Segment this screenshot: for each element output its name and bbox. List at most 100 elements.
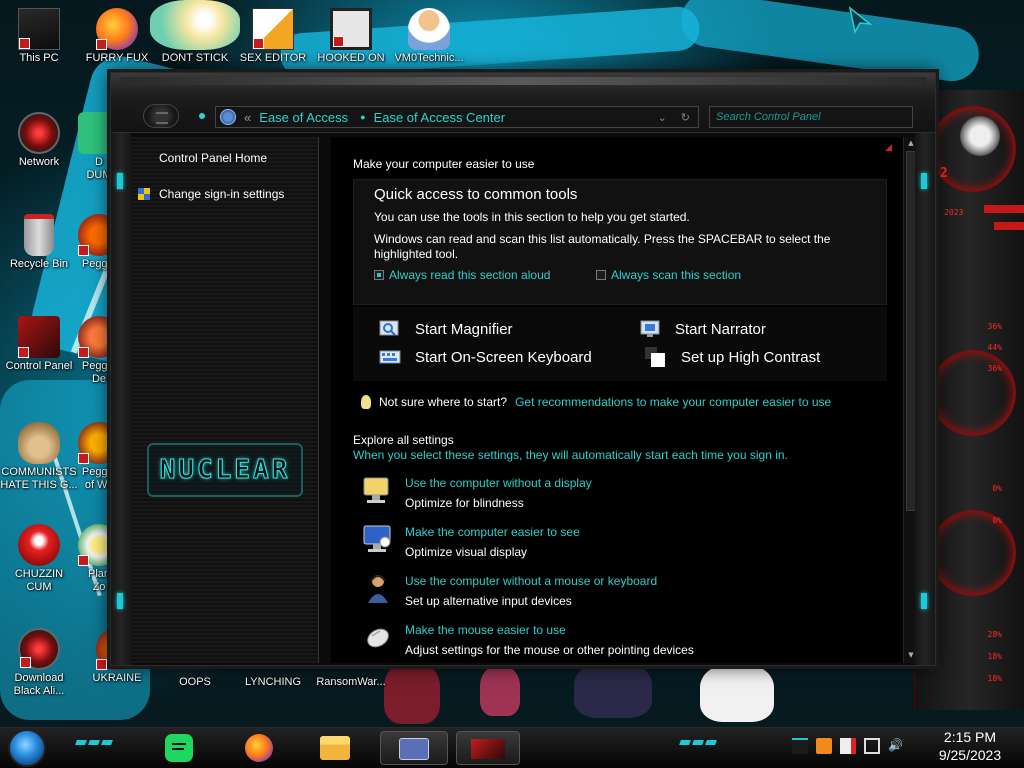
control-panel-icon (18, 316, 60, 358)
setting-without-mouse-keyboard: Use the computer without a mouse or keyb… (361, 571, 657, 611)
system-tray: 🔊 (792, 738, 904, 754)
network-icon (18, 112, 60, 154)
no-display-icon (363, 477, 389, 503)
get-recommendations-link[interactable]: Get recommendations to make your compute… (515, 395, 831, 409)
mouse-icon (367, 628, 389, 648)
hex-editor-icon (252, 8, 294, 50)
recent-pages-icon[interactable] (199, 113, 205, 119)
volume-icon[interactable]: 🔊 (888, 738, 904, 754)
start-magnifier-button[interactable]: Start Magnifier (379, 319, 513, 339)
make-easier-to-see-link[interactable]: Make the computer easier to see (405, 522, 580, 542)
control-panel-icon (220, 109, 236, 125)
spotify-icon (165, 734, 193, 762)
back-forward-button[interactable] (143, 104, 179, 128)
common-tools-panel: Start Magnifier Start Narrator Start On-… (353, 307, 887, 381)
page-heading: Make your computer easier to use (353, 157, 535, 171)
nuclear-theme-logo: NUCLEAR (147, 443, 303, 497)
clock-date: 9/25/2023 (938, 747, 1002, 763)
setting-without-display: Use the computer without a display Optim… (361, 473, 592, 513)
app-icon (471, 739, 505, 759)
taskbar-control-panel-button[interactable] (380, 731, 448, 765)
desktop-icon-sex-editor[interactable]: SEX EDITOR (234, 8, 312, 65)
desktop-icon-hooked-on[interactable]: HOOKED ON (312, 8, 390, 65)
desktop-icon-vm0technic[interactable]: VM0Technic... (390, 8, 468, 65)
quick-access-instruction-cont: highlighted tool. (374, 247, 459, 261)
breadcrumb-ease-of-access-center[interactable]: Ease of Access Center (374, 110, 506, 125)
sidebar: Control Panel Home Change sign-in settin… (131, 137, 319, 663)
cartoon-character-icon (150, 0, 240, 50)
pin-icon[interactable]: ◢ (885, 143, 893, 153)
keyboard-icon (379, 350, 401, 364)
window-left-frame (111, 133, 131, 665)
desktop-icon-ransomware[interactable]: RansomWar... (312, 676, 390, 689)
address-bar[interactable]: « Ease of Access ● Ease of Access Center… (215, 106, 699, 128)
firefox-icon (245, 734, 273, 762)
set-up-high-contrast-button[interactable]: Set up High Contrast (645, 347, 820, 367)
narrator-icon (640, 320, 660, 337)
magnifier-icon (379, 320, 399, 336)
network-icon[interactable] (864, 738, 880, 754)
checkbox-checked-icon[interactable] (374, 270, 384, 280)
quick-access-panel: Quick access to common tools You can use… (353, 179, 887, 305)
use-without-display-link[interactable]: Use the computer without a display (405, 473, 592, 493)
recycle-bin-icon (24, 214, 54, 256)
desktop-icon-download-black-alien[interactable]: Download Black Ali... (0, 628, 78, 698)
chuzzle-icon (18, 524, 60, 566)
refresh-icon[interactable]: ↻ (681, 111, 690, 124)
taskbar-spotify-button[interactable] (158, 731, 200, 765)
breadcrumb-overflow[interactable]: « (244, 110, 251, 125)
desktop-icon-dont-stick[interactable]: DONT STICK (150, 0, 240, 65)
setting-mouse-easier: Make the mouse easier to use Adjust sett… (361, 620, 694, 660)
breadcrumb-ease-of-access[interactable]: Ease of Access (259, 110, 348, 125)
taskbar-clock[interactable]: 2:15 PM 9/25/2023 (928, 728, 1012, 764)
checkbox-unchecked-icon[interactable] (596, 270, 606, 280)
explore-settings-subtitle: When you select these settings, they wil… (353, 448, 788, 462)
file-explorer-icon (320, 736, 350, 760)
always-scan-checkbox[interactable]: Always scan this section (596, 268, 741, 282)
monitor-icon (363, 525, 391, 552)
taskbar-firefox-button[interactable] (238, 731, 280, 765)
tray-overflow-icon[interactable] (792, 738, 808, 754)
use-without-mouse-keyboard-link[interactable]: Use the computer without a mouse or keyb… (405, 571, 657, 591)
recommendation-hint: Not sure where to start? Get recommendat… (361, 395, 831, 409)
doctor-icon (408, 8, 450, 50)
desktop-icon-this-pc[interactable]: This PC (0, 8, 78, 65)
always-read-checkbox[interactable]: Always read this section aloud (374, 268, 550, 282)
alien-logo-icon (960, 116, 1000, 156)
desktop-icon-furry-fux[interactable]: FURRY FUX (78, 8, 156, 65)
firefox-icon (96, 8, 138, 50)
maze-icon (330, 8, 372, 50)
make-mouse-easier-link[interactable]: Make the mouse easier to use (405, 620, 694, 640)
breadcrumb-separator-icon[interactable]: ● (360, 112, 365, 122)
start-button[interactable] (8, 729, 46, 767)
tray-app-icon[interactable] (816, 738, 832, 754)
quick-access-title: Quick access to common tools (374, 186, 578, 203)
cursor-icon (848, 6, 872, 34)
person-headset-icon (368, 575, 388, 603)
money-bag-icon (18, 422, 60, 464)
desktop-icon-lynching[interactable]: LYNCHING (234, 676, 312, 689)
taskbar-decoration-right (679, 740, 717, 746)
search-input[interactable] (709, 106, 913, 128)
quick-access-instruction: Windows can read and scan this list auto… (374, 232, 831, 246)
window-right-frame (915, 133, 935, 665)
sidebar-link-control-panel-home[interactable]: Control Panel Home (159, 151, 267, 165)
start-narrator-button[interactable]: Start Narrator (639, 319, 766, 339)
desktop-icon-oops[interactable]: OOPS (156, 676, 234, 689)
shield-icon (138, 188, 150, 200)
taskbar-decoration (75, 740, 113, 746)
setting-easier-to-see: Make the computer easier to see Optimize… (361, 522, 580, 562)
taskbar-file-explorer-button[interactable] (314, 731, 356, 765)
control-panel-icon (399, 738, 429, 760)
computer-icon (18, 8, 60, 50)
action-center-alert-icon[interactable] (840, 738, 856, 754)
address-dropdown-icon[interactable]: ⌄ (658, 111, 667, 124)
ease-of-access-content: Make your computer easier to use Quick a… (331, 137, 903, 663)
contrast-icon (645, 347, 665, 367)
taskbar-app-button[interactable] (456, 731, 520, 765)
start-on-screen-keyboard-button[interactable]: Start On-Screen Keyboard (379, 347, 592, 367)
explore-settings-title: Explore all settings (353, 433, 454, 447)
lightbulb-icon (361, 395, 371, 409)
sidebar-link-change-sign-in[interactable]: Change sign-in settings (159, 187, 284, 201)
clock-time: 2:15 PM (943, 729, 997, 745)
